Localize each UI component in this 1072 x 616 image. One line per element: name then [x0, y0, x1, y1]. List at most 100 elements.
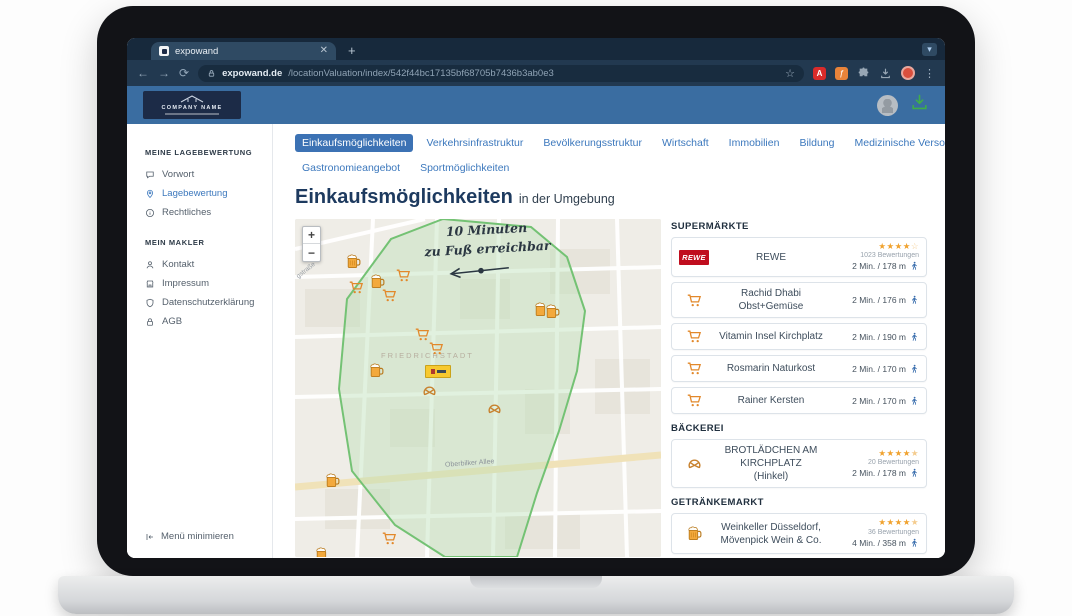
cart-map-pin[interactable]: [395, 267, 412, 284]
back-icon[interactable]: ←: [137, 67, 149, 79]
downloads-icon[interactable]: [879, 67, 892, 80]
tab-sportmoeglichkeiten[interactable]: Sportmöglichkeiten: [413, 159, 516, 177]
location-pin-icon: [145, 189, 155, 199]
poi-card[interactable]: Rainer Kersten 2 Min. / 170 m: [671, 387, 927, 414]
sidebar-item-rechtliches[interactable]: Rechtliches: [127, 203, 272, 222]
tab-bildung[interactable]: Bildung: [792, 134, 841, 152]
fx-extension-icon[interactable]: ƒ: [835, 67, 848, 80]
section-title: SUPERMÄRKTE: [671, 221, 927, 232]
map-zoom-control: + −: [302, 226, 321, 262]
browser-tabstrip: expowand ✕ + ▾: [127, 38, 945, 60]
zoom-out-button[interactable]: −: [303, 244, 320, 261]
browser-profile-avatar[interactable]: [901, 66, 915, 80]
browser-tab[interactable]: expowand ✕: [151, 42, 336, 60]
download-report-icon[interactable]: [910, 93, 929, 117]
company-logo[interactable]: COMPANY NAME: [143, 91, 241, 119]
beer-map-pin[interactable]: [544, 303, 561, 320]
tab-bevoelkerungsstruktur[interactable]: Bevölkerungsstruktur: [536, 134, 649, 152]
cart-map-pin[interactable]: [381, 287, 398, 304]
tab-verkehrsinfrastruktur[interactable]: Verkehrsinfrastruktur: [419, 134, 530, 152]
tab-immobilien[interactable]: Immobilien: [722, 134, 787, 152]
distance-label: 2 Min. / 178 m: [852, 261, 906, 271]
beer-map-pin[interactable]: [314, 546, 331, 557]
poi-card-rewe[interactable]: REWE REWE ★★★★☆ 1023 Bewertungen 2 Min. …: [671, 237, 927, 277]
minimize-menu-button[interactable]: Menü minimieren: [145, 531, 234, 542]
sidebar-section-title: MEINE LAGEBEWERTUNG: [145, 148, 272, 157]
zoom-in-button[interactable]: +: [303, 227, 320, 244]
sidebar-item-lagebewertung[interactable]: Lagebewertung: [127, 184, 272, 203]
cart-icon: [679, 360, 709, 377]
bookmark-star-icon[interactable]: ☆: [785, 67, 795, 80]
tab-wirtschaft[interactable]: Wirtschaft: [655, 134, 716, 152]
sidebar-section-title: MEIN MAKLER: [145, 238, 272, 247]
url-path: /locationValuation/index/542f44bc17135bf…: [288, 68, 554, 79]
section-title: GETRÄNKEMARKT: [671, 497, 927, 508]
tab-search-chevron-icon[interactable]: ▾: [922, 43, 937, 56]
category-tabs-row-2: Gastronomieangebot Sportmöglichkeiten: [295, 159, 927, 177]
star-rating: ★★★★★: [878, 518, 919, 527]
pretzel-map-pin[interactable]: [486, 400, 503, 417]
beer-map-pin[interactable]: [324, 472, 341, 489]
rewe-logo: REWE: [679, 250, 709, 265]
map[interactable]: + − 10 Minuten zu Fuß erreichbar: [295, 219, 661, 557]
tab-title: expowand: [175, 46, 314, 57]
poi-card[interactable]: Rosmarin Naturkost 2 Min. / 170 m: [671, 355, 927, 382]
roof-icon: [179, 95, 205, 103]
cart-icon: [679, 328, 709, 345]
tab-medizinische-versorgung[interactable]: Medizinische Versorgung: [847, 134, 945, 152]
section-supermaerkte: SUPERMÄRKTE REWE REWE ★★★★☆ 1023 Bewertu…: [671, 221, 927, 414]
sidebar-item-impressum[interactable]: Impressum: [127, 274, 272, 293]
storefront-icon: [145, 279, 155, 289]
walking-icon: [909, 467, 919, 479]
web-page: COMPANY NAME MEINE LAGEBEWERTUNG Vorw: [127, 86, 945, 558]
browser-menu-icon[interactable]: ⋮: [924, 67, 935, 80]
page-subtitle: in der Umgebung: [519, 192, 615, 206]
cart-map-pin[interactable]: [348, 279, 365, 296]
poi-card[interactable]: BROTLÄDCHEN AM KIRCHPLATZ(Hinkel) ★★★★★ …: [671, 439, 927, 488]
cart-map-pin[interactable]: [428, 340, 445, 357]
page-title: Einkaufsmöglichkeitenin der Umgebung: [295, 186, 927, 209]
sidebar-item-vorwort[interactable]: Vorwort: [127, 165, 272, 184]
category-tabs-row-1: Einkaufsmöglichkeiten Verkehrsinfrastruk…: [295, 134, 927, 152]
poi-card[interactable]: Vitamin Insel Kirchplatz 2 Min. / 190 m: [671, 323, 927, 350]
main-content: Einkaufsmöglichkeiten Verkehrsinfrastruk…: [273, 124, 945, 558]
user-avatar[interactable]: [877, 95, 898, 116]
company-name: COMPANY NAME: [162, 105, 223, 111]
distance-label: 2 Min. / 170 m: [852, 364, 906, 374]
person-icon: [145, 260, 155, 270]
beer-icon: [679, 525, 709, 542]
laptop-frame: expowand ✕ + ▾ ← → ⟳ expowand.de /locati…: [97, 6, 975, 576]
tab-close-icon[interactable]: ✕: [320, 46, 328, 56]
sidebar-item-datenschutz[interactable]: Datenschutzerklärung: [127, 293, 272, 312]
tab-gastronomieangebot[interactable]: Gastronomieangebot: [295, 159, 407, 177]
lock-icon: [145, 317, 155, 327]
beer-map-pin[interactable]: [368, 362, 385, 379]
review-count: 36 Bewertungen: [868, 529, 919, 536]
cart-map-pin[interactable]: [381, 530, 398, 547]
highlighted-poi-marker[interactable]: [425, 365, 451, 378]
beer-map-pin[interactable]: [345, 253, 362, 270]
poi-card[interactable]: Rachid Dhabi Obst+Gemüse 2 Min. / 176 m: [671, 282, 927, 318]
sidebar-item-agb[interactable]: AGB: [127, 312, 272, 331]
tab-favicon: [159, 46, 169, 56]
forward-icon[interactable]: →: [158, 67, 170, 79]
browser-toolbar: ← → ⟳ expowand.de /locationValuation/ind…: [127, 60, 945, 86]
poi-card[interactable]: Weinkeller Düsseldorf,Mövenpick Wein & C…: [671, 513, 927, 553]
review-count: 20 Bewertungen: [868, 459, 919, 466]
reload-icon[interactable]: ⟳: [179, 67, 189, 79]
shield-icon: [145, 298, 155, 308]
pdf-extension-icon[interactable]: A: [813, 67, 826, 80]
distance-label: 2 Min. / 178 m: [852, 468, 906, 478]
tab-einkaufsmoeglichkeiten[interactable]: Einkaufsmöglichkeiten: [295, 134, 413, 152]
site-info-icon[interactable]: [207, 69, 216, 78]
new-tab-button[interactable]: +: [348, 43, 356, 58]
info-circle-icon: [145, 208, 155, 218]
sidebar-item-kontakt[interactable]: Kontakt: [127, 255, 272, 274]
pretzel-map-pin[interactable]: [421, 382, 438, 399]
extensions-puzzle-icon[interactable]: [857, 67, 870, 80]
walking-icon: [909, 537, 919, 549]
walking-icon: [909, 294, 919, 306]
walking-icon: [909, 260, 919, 272]
url-bar[interactable]: expowand.de /locationValuation/index/542…: [198, 65, 804, 82]
speech-bubble-icon: [145, 170, 155, 180]
